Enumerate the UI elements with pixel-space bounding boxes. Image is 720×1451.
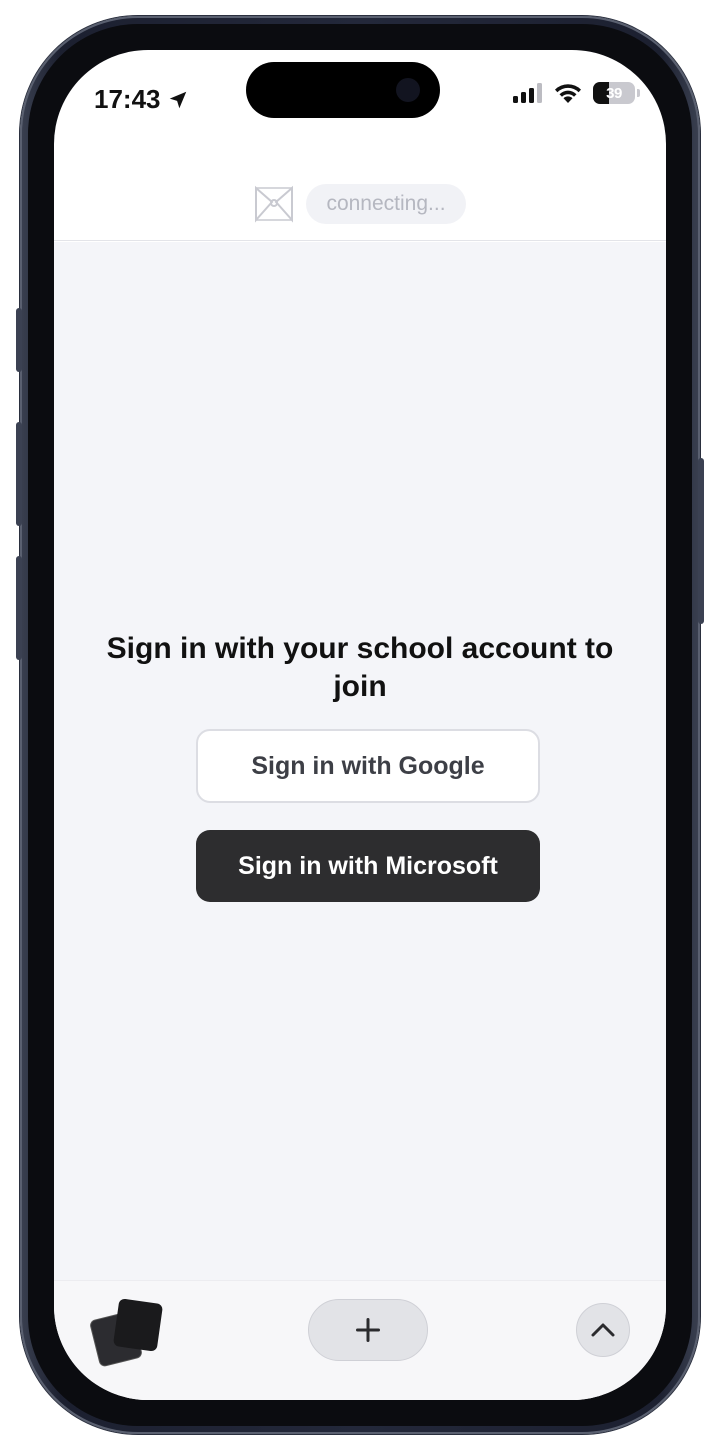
connection-status-badge: connecting... <box>306 184 466 224</box>
battery-percent: 39 <box>606 84 622 102</box>
connection-status-text: connecting... <box>326 192 446 215</box>
signin-title: Sign in with your school account to join <box>106 632 614 703</box>
power-button <box>698 458 704 624</box>
plus-icon <box>356 1318 380 1342</box>
tabs-icon[interactable] <box>88 1297 164 1368</box>
volume-up-button <box>16 422 22 526</box>
header: connecting... <box>54 168 666 241</box>
scroll-up-button[interactable] <box>576 1303 630 1357</box>
chevron-up-icon <box>591 1323 615 1337</box>
main-content: Sign in with your school account to join… <box>54 242 666 1300</box>
volume-down-button <box>16 556 22 660</box>
time-text: 17:43 <box>94 84 161 114</box>
phone-frame: 17:43 39 connecting... Sign in with your… <box>16 16 704 1434</box>
add-button[interactable] <box>308 1299 428 1361</box>
dynamic-island <box>246 62 440 118</box>
microsoft-signin-button[interactable]: Sign in with Microsoft <box>196 830 540 902</box>
bottom-toolbar <box>54 1280 666 1400</box>
bezel: 17:43 39 connecting... Sign in with your… <box>28 24 692 1426</box>
cellular-signal-icon <box>513 83 542 103</box>
status-time: 17:43 <box>94 84 189 115</box>
location-arrow-icon <box>169 91 186 108</box>
microsoft-signin-label: Sign in with Microsoft <box>238 851 498 880</box>
google-signin-button[interactable]: Sign in with Google <box>196 729 540 803</box>
bowtie-logo-icon <box>255 185 294 223</box>
battery-icon: 39 <box>593 82 635 104</box>
google-signin-label: Sign in with Google <box>251 751 485 780</box>
wifi-icon <box>555 84 581 103</box>
battery-tip <box>637 89 640 97</box>
action-button <box>16 308 22 372</box>
front-camera <box>396 78 420 102</box>
tab-card-front <box>112 1298 164 1352</box>
screen: 17:43 39 connecting... Sign in with your… <box>54 50 666 1400</box>
status-icons: 39 <box>513 82 640 104</box>
